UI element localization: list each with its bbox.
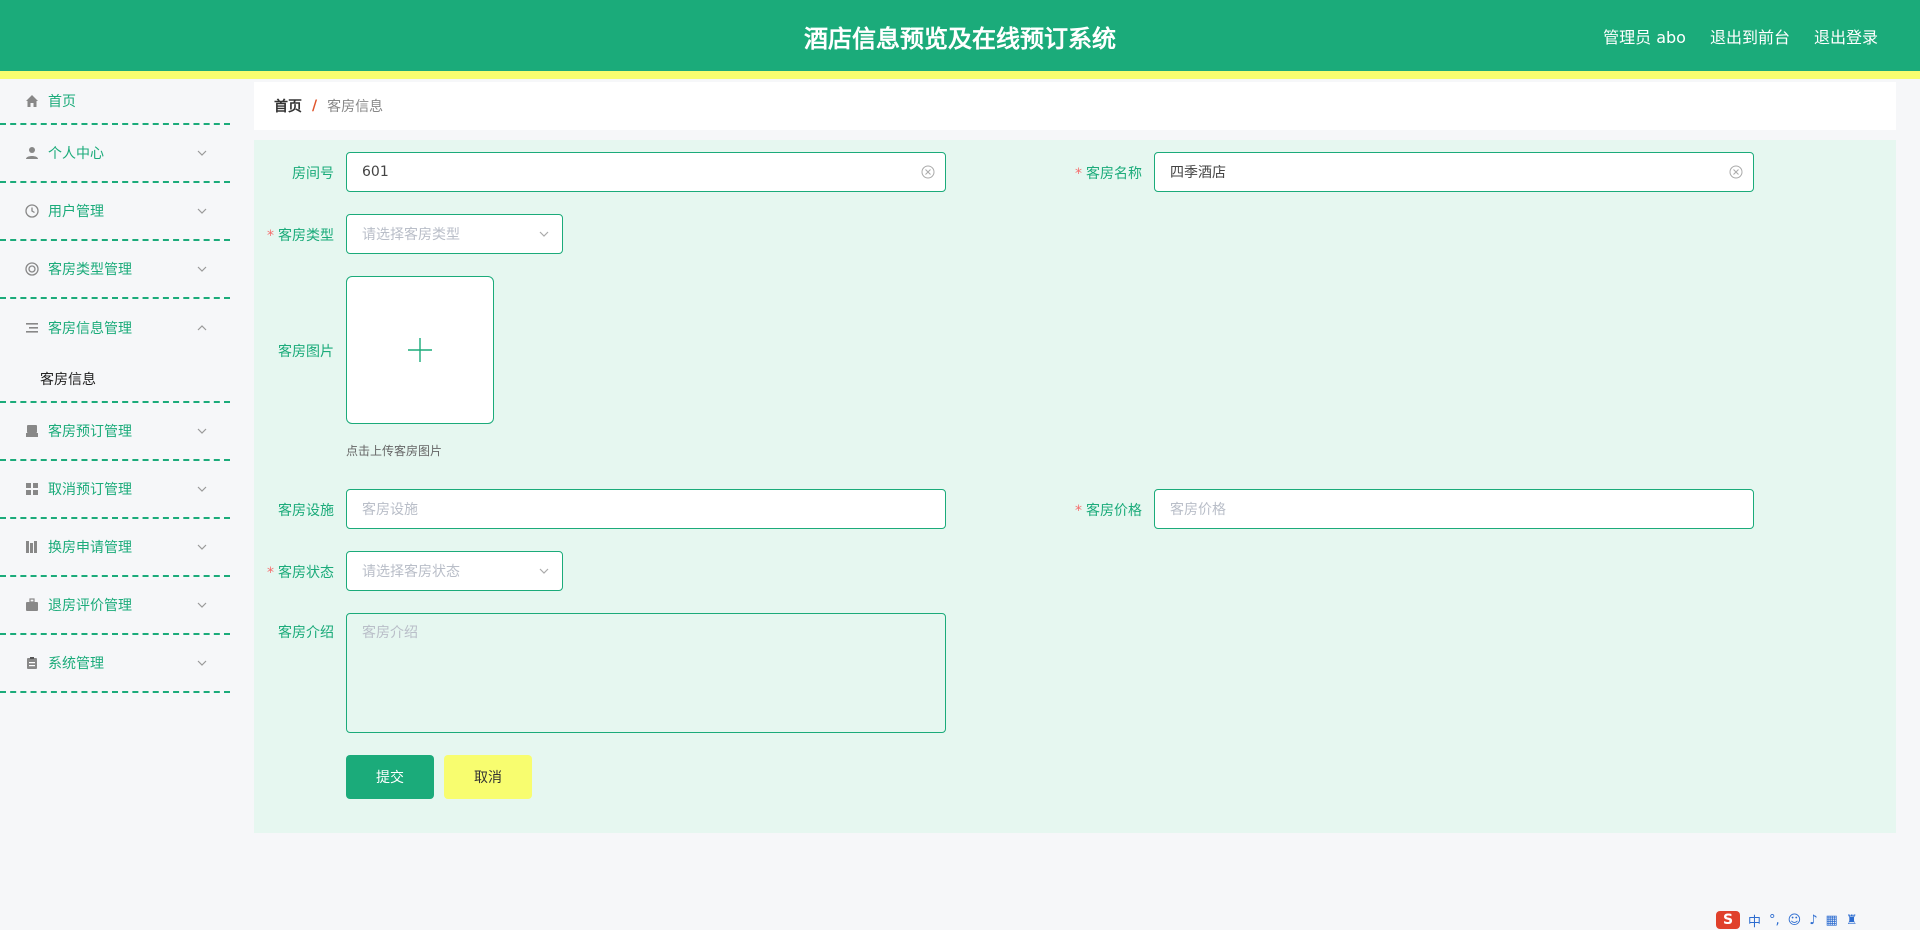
top-header: 酒店信息预览及在线预订系统 管理员 abo 退出到前台 退出登录 (0, 0, 1920, 71)
sidebar-subitem-room-info[interactable]: 客房信息 (0, 357, 230, 403)
sidebar-item-home[interactable]: 首页 (0, 79, 230, 125)
intro-textarea[interactable]: 客房介绍 (346, 613, 946, 733)
clear-icon[interactable] (1729, 165, 1743, 179)
upload-tip: 点击上传客房图片 (346, 444, 443, 458)
ime-mic-icon[interactable]: ♪ (1809, 913, 1817, 928)
list-icon (24, 320, 40, 336)
to-front-link[interactable]: 退出到前台 (1710, 24, 1790, 48)
required-mark: * (267, 565, 274, 581)
header-links: 管理员 abo 退出到前台 退出登录 (1603, 24, 1878, 48)
sidebar-item-room-type-management[interactable]: 客房类型管理 (0, 241, 230, 299)
breadcrumb-separator: / (312, 98, 318, 114)
sidebar-item-label: 退房评价管理 (48, 598, 132, 614)
chevron-down-icon (197, 266, 207, 272)
home-icon (24, 93, 40, 109)
sidebar-item-cancel-booking-management[interactable]: 取消预订管理 (0, 461, 230, 519)
ime-logo[interactable]: S (1716, 911, 1740, 929)
clipboard-icon (24, 655, 40, 671)
ime-keyboard-icon[interactable]: ▦ (1826, 913, 1838, 928)
chevron-down-icon (197, 428, 207, 434)
sidebar-item-label: 换房申请管理 (48, 540, 132, 556)
sidebar: 首页 个人中心 用户管理 客房类型管理 客房信息管理 客房信息 客房预订管理 取… (0, 79, 230, 930)
breadcrumb-home[interactable]: 首页 (274, 96, 302, 116)
chevron-up-icon (197, 325, 207, 331)
sidebar-item-label: 用户管理 (48, 204, 104, 220)
sidebar-item-room-change-management[interactable]: 换房申请管理 (0, 519, 230, 577)
required-mark: * (1075, 166, 1082, 182)
room-name-label: * 客房名称 (1075, 166, 1142, 182)
sidebar-item-booking-management[interactable]: 客房预订管理 (0, 403, 230, 461)
sidebar-item-label: 个人中心 (48, 146, 104, 162)
chevron-down-icon (539, 568, 549, 574)
chevron-down-icon (197, 208, 207, 214)
grid-icon (24, 481, 40, 497)
cancel-button[interactable]: 取消 (444, 755, 532, 799)
ime-mode[interactable]: 中 (1748, 911, 1761, 930)
clear-icon[interactable] (921, 165, 935, 179)
printer-icon (24, 423, 40, 439)
sidebar-item-system-management[interactable]: 系统管理 (0, 635, 230, 693)
image-upload-button[interactable] (346, 276, 494, 424)
submit-button[interactable]: 提交 (346, 755, 434, 799)
logout-link[interactable]: 退出登录 (1814, 24, 1878, 48)
sidebar-item-personal-center[interactable]: 个人中心 (0, 125, 230, 183)
breadcrumb-current: 客房信息 (327, 99, 384, 115)
status-label: * 客房状态 (267, 565, 334, 581)
clock-icon (24, 203, 40, 219)
price-input[interactable]: 客房价格 (1154, 489, 1754, 529)
chevron-down-icon (197, 150, 207, 156)
status-select[interactable]: 请选择客房状态 (346, 551, 563, 591)
sidebar-item-label: 系统管理 (48, 656, 104, 672)
room-name-input[interactable]: 四季酒店 (1154, 152, 1754, 192)
room-type-label: * 客房类型 (267, 228, 334, 244)
chevron-down-icon (197, 602, 207, 608)
room-type-select[interactable]: 请选择客房类型 (346, 214, 563, 254)
price-placeholder: 客房价格 (1170, 502, 1226, 518)
chevron-down-icon (539, 231, 549, 237)
status-placeholder: 请选择客房状态 (362, 564, 460, 580)
intro-label: 客房介绍 (278, 625, 334, 641)
sidebar-item-label: 取消预订管理 (48, 482, 132, 498)
sidebar-item-label: 客房类型管理 (48, 262, 132, 278)
facilities-label: 客房设施 (278, 503, 334, 519)
room-no-input[interactable]: 601 (346, 152, 946, 192)
briefcase-icon (24, 597, 40, 613)
user-icon (24, 145, 40, 161)
room-image-label: 客房图片 (278, 344, 334, 360)
room-type-placeholder: 请选择客房类型 (362, 227, 460, 243)
ime-toolbar: S 中 °, ☺ ♪ ▦ ♜ (1710, 910, 1920, 930)
required-mark: * (1075, 503, 1082, 519)
sidebar-item-label: 首页 (48, 94, 76, 110)
ring-icon (24, 261, 40, 277)
sidebar-item-checkout-review-management[interactable]: 退房评价管理 (0, 577, 230, 635)
current-user: 管理员 abo (1603, 28, 1686, 47)
breadcrumb: 首页 / 客房信息 (254, 82, 1896, 130)
room-name-value: 四季酒店 (1170, 165, 1226, 181)
intro-placeholder: 客房介绍 (362, 625, 418, 641)
sidebar-item-room-info-management[interactable]: 客房信息管理 (0, 299, 230, 357)
required-mark: * (267, 228, 274, 244)
room-no-label: 房间号 (292, 166, 334, 182)
chevron-down-icon (197, 660, 207, 666)
facilities-placeholder: 客房设施 (362, 502, 418, 518)
ime-skin-icon[interactable]: ♜ (1846, 913, 1858, 928)
books-icon (24, 539, 40, 555)
ime-emoji-icon[interactable]: ☺ (1788, 913, 1802, 928)
plus-icon (408, 338, 432, 362)
price-label: * 客房价格 (1075, 503, 1142, 519)
ime-punct-icon[interactable]: °, (1769, 913, 1780, 928)
chevron-down-icon (197, 544, 207, 550)
sidebar-item-label: 客房预订管理 (48, 424, 132, 440)
sidebar-item-label: 客房信息管理 (48, 321, 132, 337)
facilities-input[interactable]: 客房设施 (346, 489, 946, 529)
chevron-down-icon (197, 486, 207, 492)
room-no-value: 601 (362, 164, 389, 180)
header-accent-strip (0, 71, 1920, 79)
sidebar-item-user-management[interactable]: 用户管理 (0, 183, 230, 241)
